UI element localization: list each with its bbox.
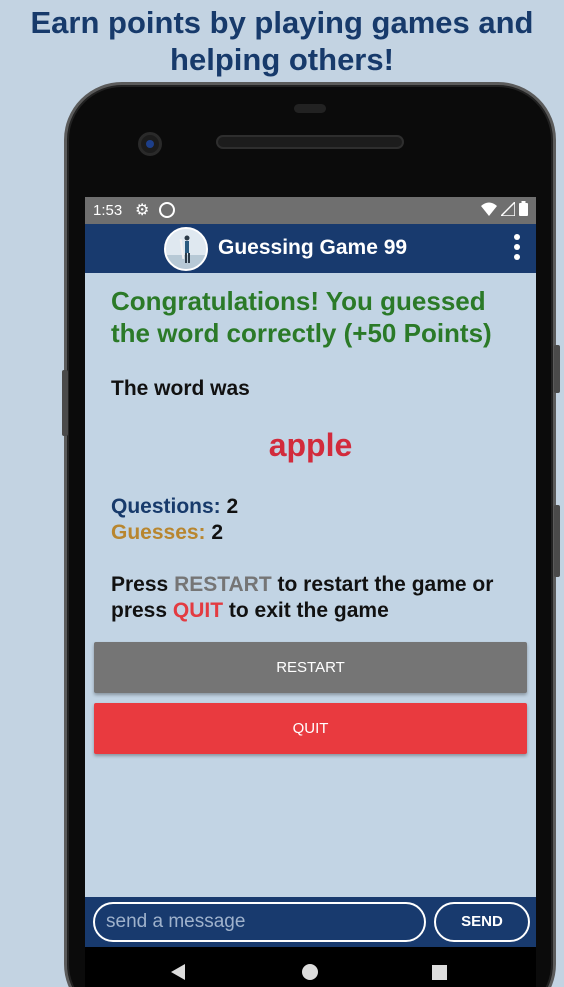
message-composer: SEND — [85, 897, 536, 947]
settings-gear-icon: ⚙ — [135, 202, 150, 219]
status-time: 1:53 — [93, 202, 123, 219]
instructions: Press RESTART to restart the game or pre… — [111, 572, 521, 624]
questions-label: Questions: — [111, 495, 221, 518]
power-button — [554, 505, 560, 577]
congrats-message: Congratulations! You guessed the word co… — [111, 286, 492, 348]
guesses-label: Guesses: — [111, 521, 206, 544]
earpiece-speaker — [216, 135, 404, 149]
home-icon[interactable] — [302, 964, 318, 980]
message-input[interactable] — [93, 902, 426, 942]
send-button[interactable]: SEND — [434, 902, 530, 942]
sync-icon — [159, 202, 175, 218]
instructions-part1: Press — [111, 573, 175, 596]
proximity-sensor — [294, 104, 326, 113]
app-title: Guessing Game 99 — [218, 236, 408, 259]
recents-icon[interactable] — [432, 965, 447, 980]
signal-icon — [501, 201, 515, 216]
status-icons — [481, 201, 528, 216]
back-icon[interactable] — [171, 964, 185, 980]
restart-button[interactable]: RESTART — [94, 642, 527, 693]
quit-button[interactable]: QUIT — [94, 703, 527, 754]
instructions-part3: to exit the game — [223, 599, 389, 622]
status-bar: 1:53 ⚙ — [85, 197, 536, 224]
instructions-restart-word: RESTART — [174, 573, 272, 596]
app-bar: Guessing Game 99 — [85, 224, 536, 273]
battery-icon — [519, 201, 528, 216]
promo-headline: Earn points by playing games and helping… — [30, 5, 534, 77]
android-nav-bar — [85, 947, 536, 987]
volume-button — [554, 345, 560, 393]
surfer-avatar-icon — [166, 229, 206, 269]
answer-word: apple — [268, 427, 353, 463]
word-label: The word was — [111, 377, 250, 400]
app-screen: 1:53 ⚙ Guessing Game 99 Congratulations!… — [85, 197, 536, 987]
instructions-quit-word: QUIT — [172, 599, 224, 622]
guesses-value: 2 — [211, 521, 224, 544]
side-button-left — [62, 370, 68, 436]
front-camera — [138, 132, 162, 156]
more-vert-icon[interactable] — [514, 234, 522, 262]
questions-stat: Questions: 2 — [111, 495, 238, 519]
questions-value: 2 — [226, 495, 239, 518]
avatar[interactable] — [164, 227, 208, 271]
guesses-stat: Guesses: 2 — [111, 521, 223, 545]
wifi-icon — [481, 202, 497, 216]
